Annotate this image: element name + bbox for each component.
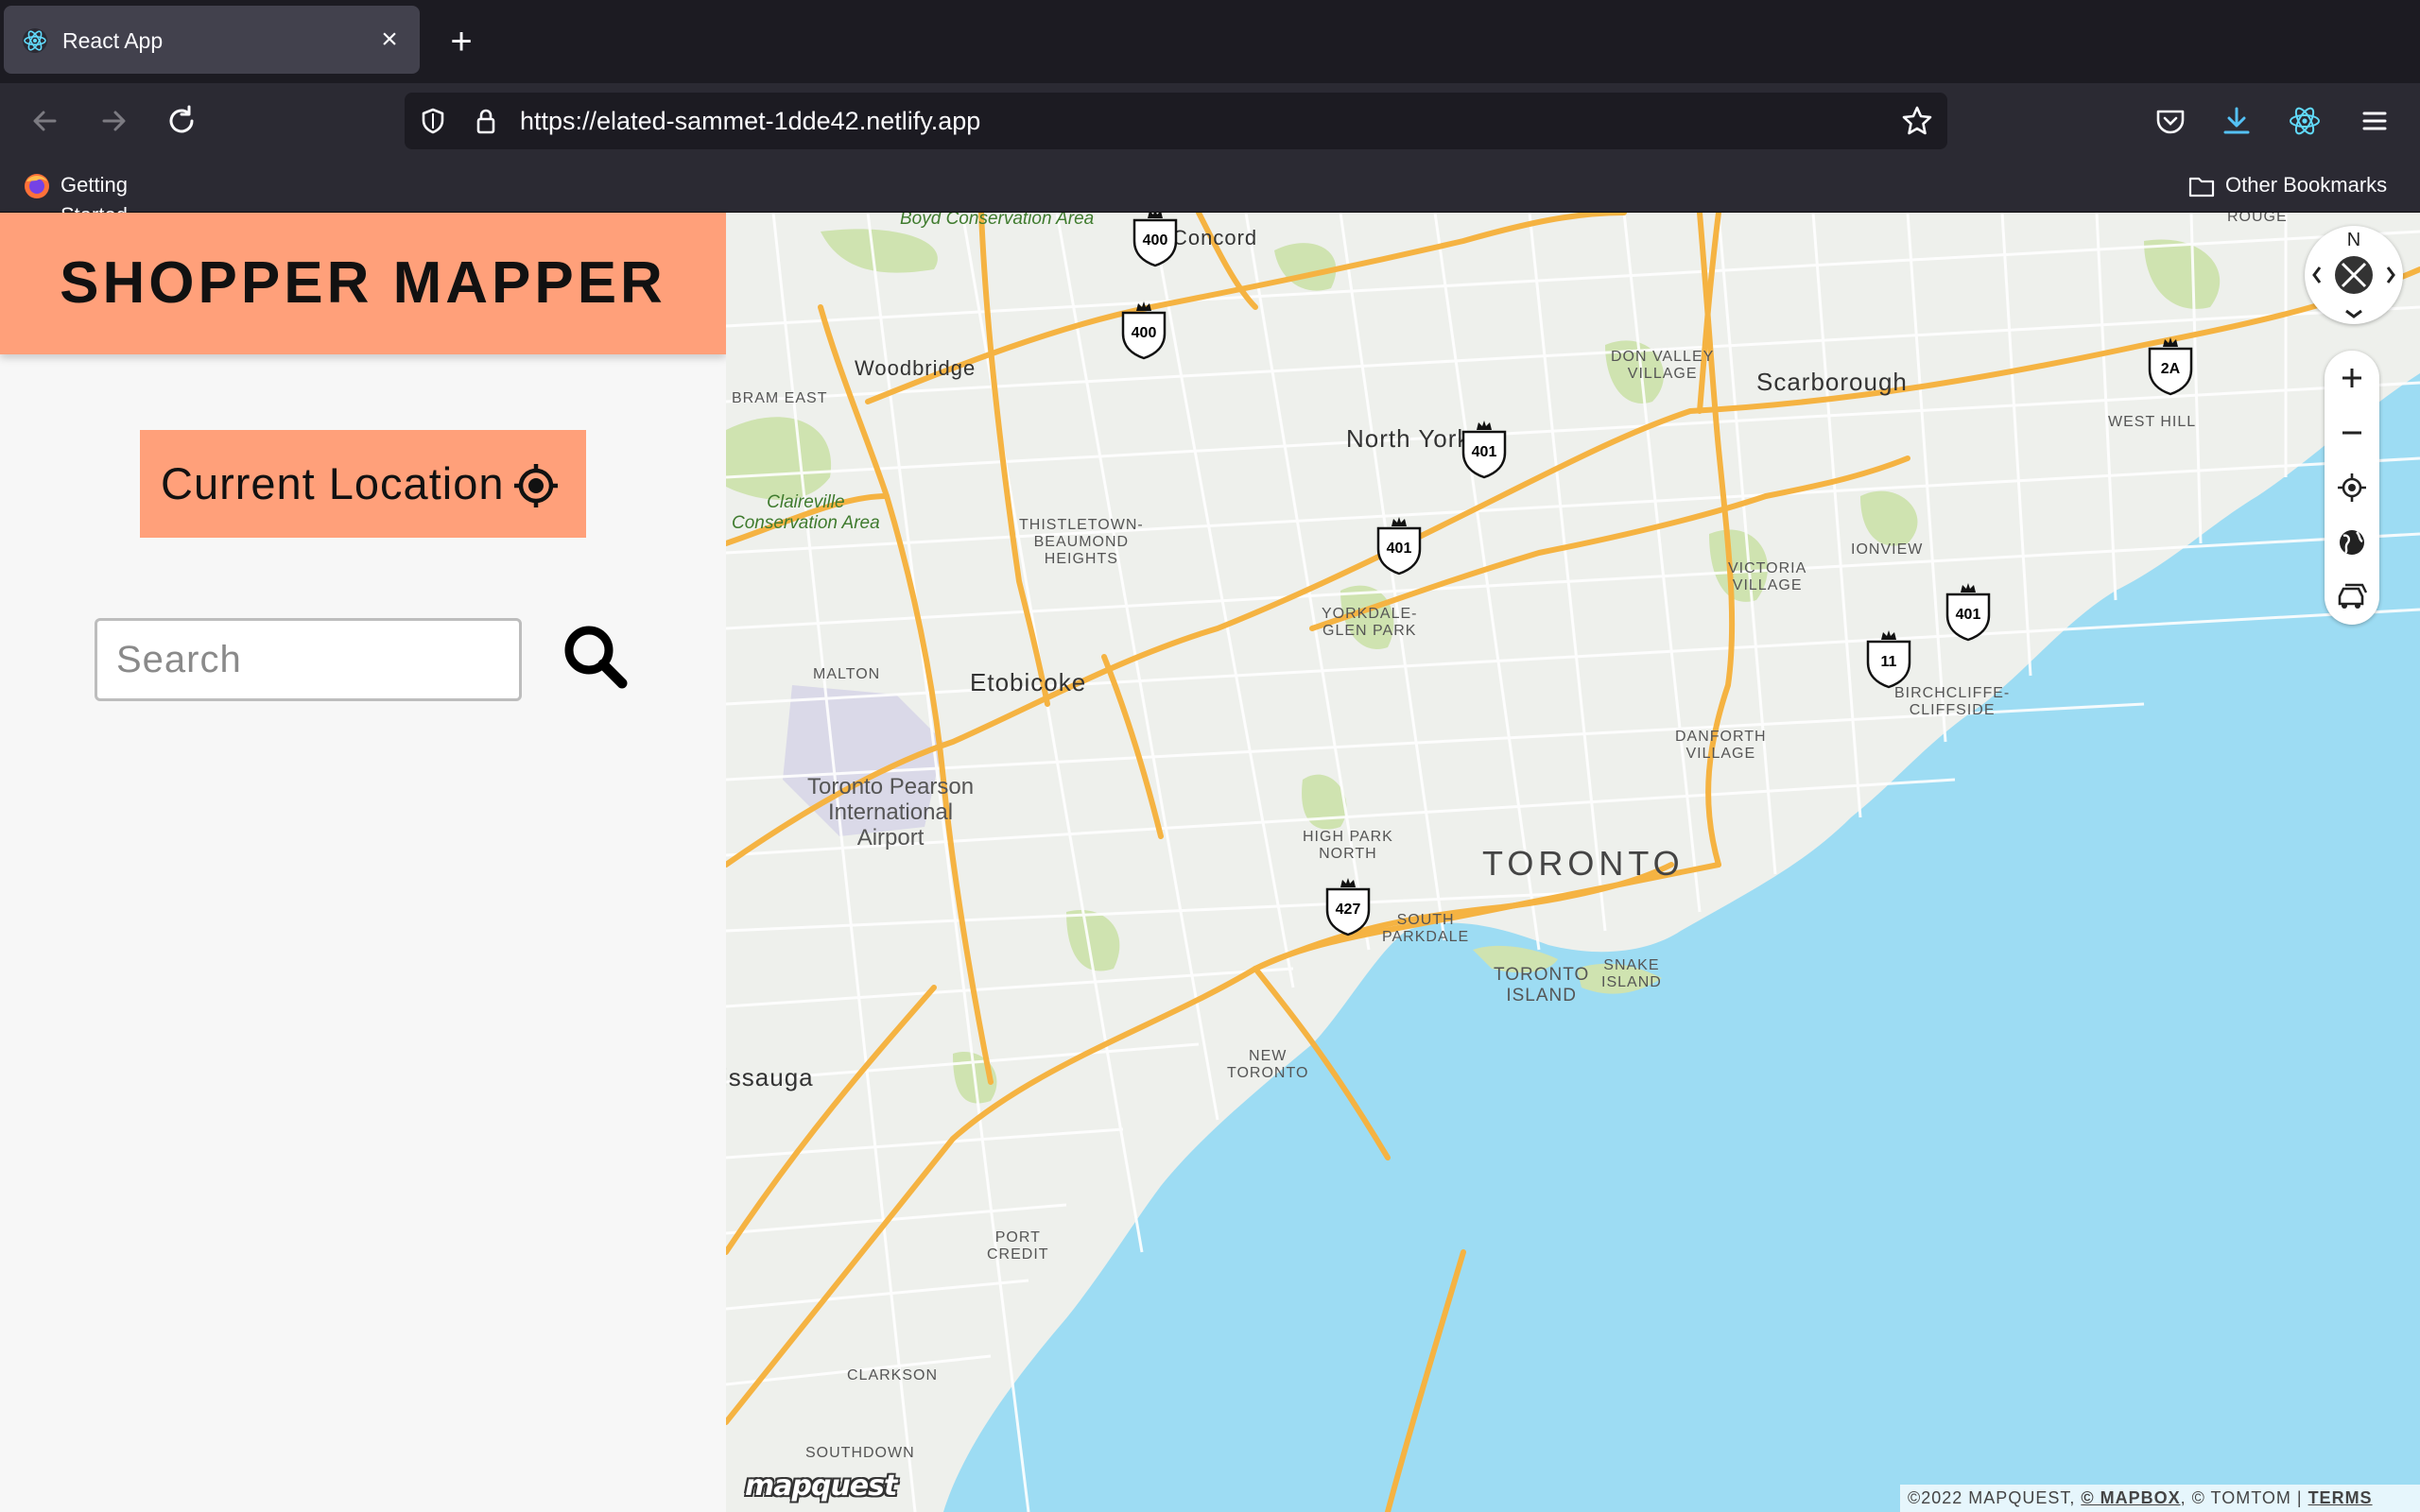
search-input[interactable]: [95, 618, 522, 701]
label-yorkdale: YORKDALE- GLEN PARK: [1322, 606, 1418, 639]
app-title: SHOPPER MAPPER: [60, 250, 666, 316]
zoom-out-icon[interactable]: [2325, 405, 2379, 460]
locate-me-icon[interactable]: [2325, 460, 2379, 515]
shield-tracking-icon[interactable]: [418, 106, 448, 136]
label-pearson-airport: Toronto Pearson International Airport: [807, 774, 975, 850]
highway-shield-number: 427: [1336, 902, 1361, 918]
map-controls: [2325, 351, 2379, 625]
label-new-toronto: NEW TORONTO: [1227, 1048, 1309, 1081]
nav-bar: https://elated-sammet-1dde42.netlify.app: [0, 83, 2420, 159]
current-location-label: Current Location: [161, 458, 505, 508]
label-malton: MALTON: [813, 666, 881, 682]
downloads-icon[interactable]: [2218, 102, 2256, 140]
label-mississauga: issauga: [726, 1063, 814, 1091]
label-don-valley-village: DON VALLEY VILLAGE: [1611, 349, 1715, 382]
lock-icon[interactable]: [471, 106, 501, 136]
react-devtools-icon[interactable]: [2286, 102, 2324, 140]
label-scarborough: Scarborough: [1756, 368, 1908, 396]
label-claireville: Claireville Conservation Area: [732, 492, 880, 533]
label-concord: Concord: [1172, 226, 1258, 249]
mapquest-logo: mapquest: [745, 1469, 897, 1503]
close-tab-icon[interactable]: ×: [372, 23, 406, 57]
label-ionview: IONVIEW: [1851, 541, 1924, 558]
highway-shield-number: 401: [1472, 444, 1497, 460]
label-clarkson: CLARKSON: [847, 1367, 939, 1383]
terms-link[interactable]: TERMS: [2308, 1488, 2373, 1507]
tab-title: React App: [62, 28, 164, 53]
crosshair-location-icon: [514, 464, 558, 507]
label-north-york: North York: [1346, 424, 1471, 453]
highway-shield: 2A: [2148, 337, 2193, 396]
current-location-button[interactable]: Current Location: [140, 430, 586, 538]
sidebar: SHOPPER MAPPER Current Location: [0, 213, 726, 1512]
reload-icon[interactable]: [163, 102, 200, 140]
highway-shield: 401: [1945, 583, 1991, 642]
label-victoria-village: VICTORIA VILLAGE: [1728, 560, 1807, 593]
highway-shield: 401: [1461, 421, 1507, 479]
highway-shield-number: 11: [1881, 654, 1897, 670]
label-birchcliffe: BIRCHCLIFFE- CLIFFSIDE: [1894, 685, 2011, 718]
compass-control[interactable]: N: [2305, 226, 2403, 324]
firefox-icon: [25, 174, 49, 198]
highway-shield: 427: [1325, 878, 1371, 936]
forward-arrow-icon[interactable]: [95, 102, 132, 140]
url-text: https://elated-sammet-1dde42.netlify.app: [520, 107, 981, 135]
attribution-text: ©2022 MAPQUEST,: [1908, 1488, 2082, 1507]
globe-icon[interactable]: [2325, 515, 2379, 570]
label-west-hill: WEST HILL: [2108, 414, 2197, 430]
zoom-in-icon[interactable]: [2325, 351, 2379, 405]
search-icon[interactable]: [562, 623, 630, 691]
label-etobicoke: Etobicoke: [970, 668, 1087, 696]
app-header: SHOPPER MAPPER: [0, 213, 726, 354]
label-bram-east: BRAM EAST: [732, 390, 828, 406]
highway-shield-number: 400: [1132, 325, 1157, 341]
label-danforth: DANFORTH VILLAGE: [1675, 729, 1767, 762]
highway-shield-number: 400: [1143, 232, 1168, 249]
folder-icon: [2188, 177, 2215, 198]
map-attribution: ©2022 MAPQUEST, © MAPBOX, © TOMTOM | TER…: [1900, 1485, 2420, 1512]
map-view[interactable]: Boyd Conservation Area Concord Woodbridg…: [726, 213, 2420, 1512]
back-arrow-icon[interactable]: [26, 102, 64, 140]
new-tab-button[interactable]: +: [442, 23, 480, 60]
label-port-credit: PORT CREDIT: [987, 1229, 1049, 1263]
browser-window: React App × + https://elated-sammet-1dde…: [0, 0, 2420, 1512]
bookmark-label: Other Bookmarks: [2225, 173, 2388, 197]
page-content: SHOPPER MAPPER Current Location Search B…: [0, 213, 2420, 1512]
label-rouge: ROUGE: [2227, 213, 2288, 225]
label-high-park: HIGH PARK NORTH: [1303, 829, 1393, 862]
attribution-tomtom: , © TOMTOM |: [2180, 1488, 2308, 1507]
bookmarks-toolbar: Getting Started Other Bookmarks: [0, 159, 2420, 227]
pocket-icon[interactable]: [2152, 102, 2189, 140]
highway-shield: 400: [1132, 213, 1178, 267]
highway-shield: 400: [1121, 301, 1167, 360]
label-boyd: Boyd Conservation Area: [900, 213, 1095, 229]
mapbox-link[interactable]: © MAPBOX: [2081, 1488, 2180, 1507]
label-woodbridge: Woodbridge: [855, 356, 977, 380]
compass-icon: [2312, 256, 2395, 318]
label-toronto-island: TORONTO ISLAND: [1494, 965, 1590, 1005]
label-toronto: TORONTO: [1482, 844, 1685, 883]
traffic-icon[interactable]: [2325, 570, 2379, 625]
url-bar[interactable]: https://elated-sammet-1dde42.netlify.app: [405, 93, 1947, 149]
highway-shield-number: 401: [1387, 541, 1412, 557]
highway-shield-number: 2A: [2161, 361, 2181, 377]
tab-react-app[interactable]: React App ×: [4, 6, 420, 74]
tab-strip: React App × +: [0, 0, 2420, 83]
highway-shield-number: 401: [1956, 607, 1981, 623]
bookmark-star-icon[interactable]: [1900, 104, 1934, 138]
label-snake-island: SNAKE ISLAND: [1601, 957, 1662, 990]
label-thistletown: THISTLETOWN- BEAUMOND HEIGHTS: [1019, 517, 1144, 567]
label-south-parkdale: SOUTH PARKDALE: [1382, 912, 1470, 945]
highway-shield: 11: [1866, 630, 1911, 689]
react-logo-icon: [23, 28, 47, 53]
highway-shield: 401: [1376, 517, 1422, 576]
hamburger-menu-icon[interactable]: [2356, 102, 2394, 140]
label-southdown: SOUTHDOWN: [805, 1445, 915, 1461]
